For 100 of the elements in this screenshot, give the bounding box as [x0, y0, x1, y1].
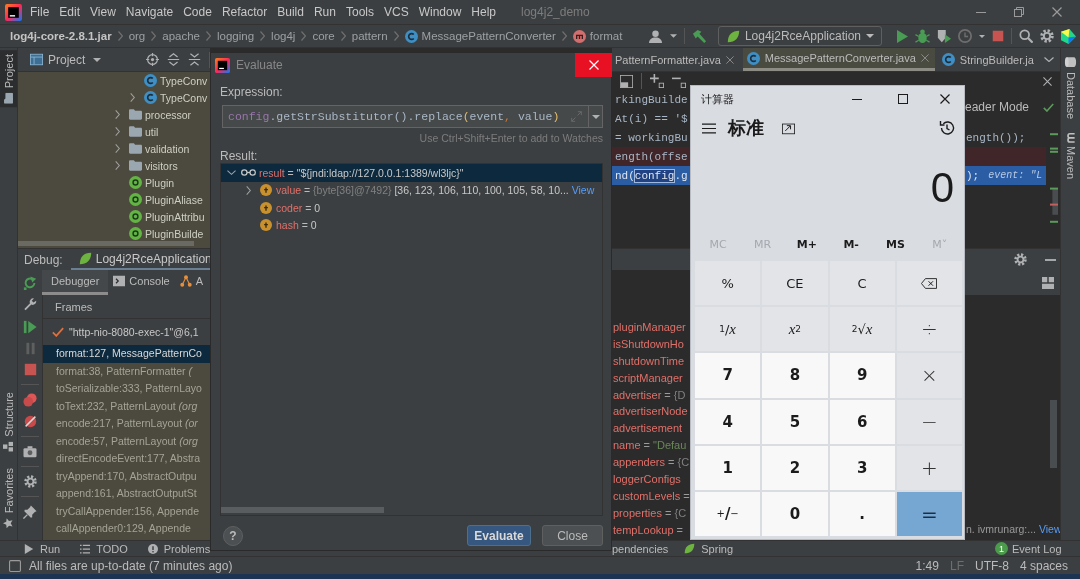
breadcrumb-item[interactable]: format — [572, 29, 623, 43]
chevron-right-icon[interactable] — [130, 93, 135, 102]
frame-row[interactable]: toText:232, PatternLayout (org — [43, 397, 210, 415]
view-link[interactable]: View — [571, 184, 595, 197]
scrollbar-thumb[interactable] — [18, 241, 194, 246]
settings-icon[interactable] — [1040, 29, 1054, 43]
settings-icon[interactable] — [1014, 253, 1027, 266]
variable-row[interactable]: appenders = {C — [612, 454, 690, 471]
debug-tab[interactable]: A — [174, 270, 209, 295]
tree-item[interactable]: visitors — [18, 157, 210, 174]
tool-window-tab[interactable]: Favorites — [0, 463, 17, 532]
digit-key[interactable]: 8 — [762, 353, 828, 398]
pin-icon[interactable] — [23, 505, 37, 519]
variable-row[interactable]: properties = {C — [612, 504, 690, 522]
digit-key[interactable]: 0 — [762, 491, 828, 536]
tree-item[interactable]: PluginAliase — [18, 191, 210, 208]
expression-field[interactable]: config.getStrSubstitutor().replace(event, value) — [222, 105, 603, 128]
menu-item[interactable]: View — [90, 5, 116, 19]
caret-icon[interactable] — [93, 57, 102, 62]
function-key[interactable]: C — [829, 261, 895, 306]
expand-all-icon[interactable] — [167, 53, 180, 66]
function-key[interactable]: CE — [762, 261, 828, 306]
menu-item[interactable]: Help — [471, 5, 497, 19]
panel-title[interactable]: Project — [48, 52, 86, 67]
breadcrumb-item[interactable]: pattern — [351, 30, 388, 42]
function-key[interactable]: % — [695, 261, 761, 306]
variable-row[interactable]: advertiser = {D — [612, 386, 690, 404]
resume-icon[interactable] — [23, 320, 37, 334]
menu-item[interactable]: Tools — [345, 5, 374, 19]
debug-tab[interactable]: Debugger — [42, 270, 109, 295]
equals-key[interactable]: = — [896, 491, 962, 536]
window-icon[interactable] — [620, 74, 633, 88]
tool-window-tab[interactable]: Maven — [1064, 133, 1077, 180]
camera-icon[interactable] — [23, 445, 37, 458]
tool-window-button[interactable]: 1 Event Log — [995, 542, 1062, 555]
frame-row[interactable]: format:127, MessagePatternCo — [43, 345, 210, 363]
function-key[interactable]: $^{1}$/x — [695, 307, 761, 352]
variable-row[interactable]: loggerConfigs — [612, 471, 690, 488]
breadcrumb-item[interactable]: log4j — [271, 30, 296, 42]
close-icon[interactable] — [940, 94, 950, 104]
digit-key[interactable]: 4 — [695, 399, 761, 444]
tree-item[interactable]: validation — [18, 140, 210, 157]
frame-row[interactable]: toSerializable:333, PatternLayo — [43, 380, 210, 398]
variable-row[interactable]: isShutdownHo — [612, 335, 690, 353]
digit-key[interactable]: 7 — [695, 353, 761, 398]
frame-row[interactable]: tryCallAppender:156, Appende — [43, 502, 210, 520]
status-item[interactable]: UTF-8 — [974, 558, 1009, 573]
layout-icon[interactable] — [1042, 276, 1054, 289]
chevron-right-icon[interactable] — [115, 110, 120, 119]
frame-row[interactable]: callAppender0:129, Appende — [43, 520, 210, 538]
chevron-down-icon[interactable] — [1044, 57, 1054, 62]
digit-key[interactable]: 2 — [762, 445, 828, 490]
tool-window-button[interactable]: Run — [24, 542, 61, 555]
menu-item[interactable]: Code — [183, 5, 212, 19]
reader-mode-label[interactable]: eader Mode — [965, 100, 1030, 114]
tool-window-button[interactable]: Problems — [147, 542, 211, 555]
scrollbar-thumb[interactable] — [221, 507, 384, 513]
minimize-icon[interactable] — [852, 98, 862, 100]
menu-item[interactable]: Window — [418, 5, 462, 19]
tool-window-button[interactable]: TODO — [80, 542, 128, 555]
chevron-right-icon[interactable] — [115, 127, 120, 136]
chevron-right-icon[interactable] — [115, 161, 120, 170]
tree-item[interactable]: PluginBuilde — [18, 225, 210, 242]
debug-tab[interactable]: Console — [108, 270, 175, 295]
breadcrumb-item[interactable]: logging — [217, 30, 255, 42]
operator-key[interactable]: ÷ — [896, 307, 962, 352]
editor-tab[interactable]: MessagePatternConverter.java — [742, 48, 935, 71]
menu-item[interactable]: Edit — [59, 5, 81, 19]
collapse-all-icon[interactable] — [188, 53, 201, 66]
tree-row[interactable]: coder = 0 — [221, 199, 602, 217]
operator-key[interactable]: × — [896, 353, 962, 398]
tool-window-button[interactable]: pendencies — [612, 542, 669, 555]
close-icon[interactable] — [1043, 76, 1052, 86]
digit-key[interactable]: . — [829, 491, 895, 536]
digit-key[interactable]: 6 — [829, 399, 895, 444]
frame-row[interactable]: append:161, AbstractOutputSt — [43, 485, 210, 503]
memory-button[interactable]: MS — [873, 232, 918, 256]
frame-row[interactable]: encode:57, PatternLayout (org — [43, 432, 210, 450]
hammer-icon[interactable] — [691, 28, 707, 44]
tree-row[interactable]: hash = 0 — [221, 216, 602, 234]
chevron-down-icon[interactable] — [226, 170, 236, 176]
shield-play-icon[interactable] — [937, 29, 951, 43]
tree-item[interactable]: Plugin — [18, 174, 210, 191]
caret-icon[interactable] — [979, 34, 985, 38]
bug-icon[interactable] — [915, 28, 930, 44]
caret-icon[interactable] — [669, 34, 677, 38]
maximize-icon[interactable] — [898, 94, 908, 104]
scrollbar-thumb[interactable] — [1050, 400, 1057, 468]
digit-key[interactable]: 5 — [762, 399, 828, 444]
variable-row[interactable]: tempLookup = — [612, 521, 690, 539]
breadcrumb-item[interactable]: core — [312, 30, 335, 42]
restore-icon[interactable] — [1014, 7, 1024, 17]
digit-key[interactable]: 1 — [695, 445, 761, 490]
history-dropdown-button[interactable] — [588, 106, 602, 127]
chevron-right-icon[interactable] — [115, 144, 120, 153]
run-configuration-dropdown[interactable]: Log4j2RceApplication — [717, 26, 882, 46]
tree-item[interactable]: util — [18, 123, 210, 140]
frame-row[interactable]: tryAppend:170, AbstractOutpu — [43, 467, 210, 485]
variable-row[interactable]: pluginManager — [612, 319, 690, 336]
wrench-icon[interactable] — [23, 298, 37, 312]
